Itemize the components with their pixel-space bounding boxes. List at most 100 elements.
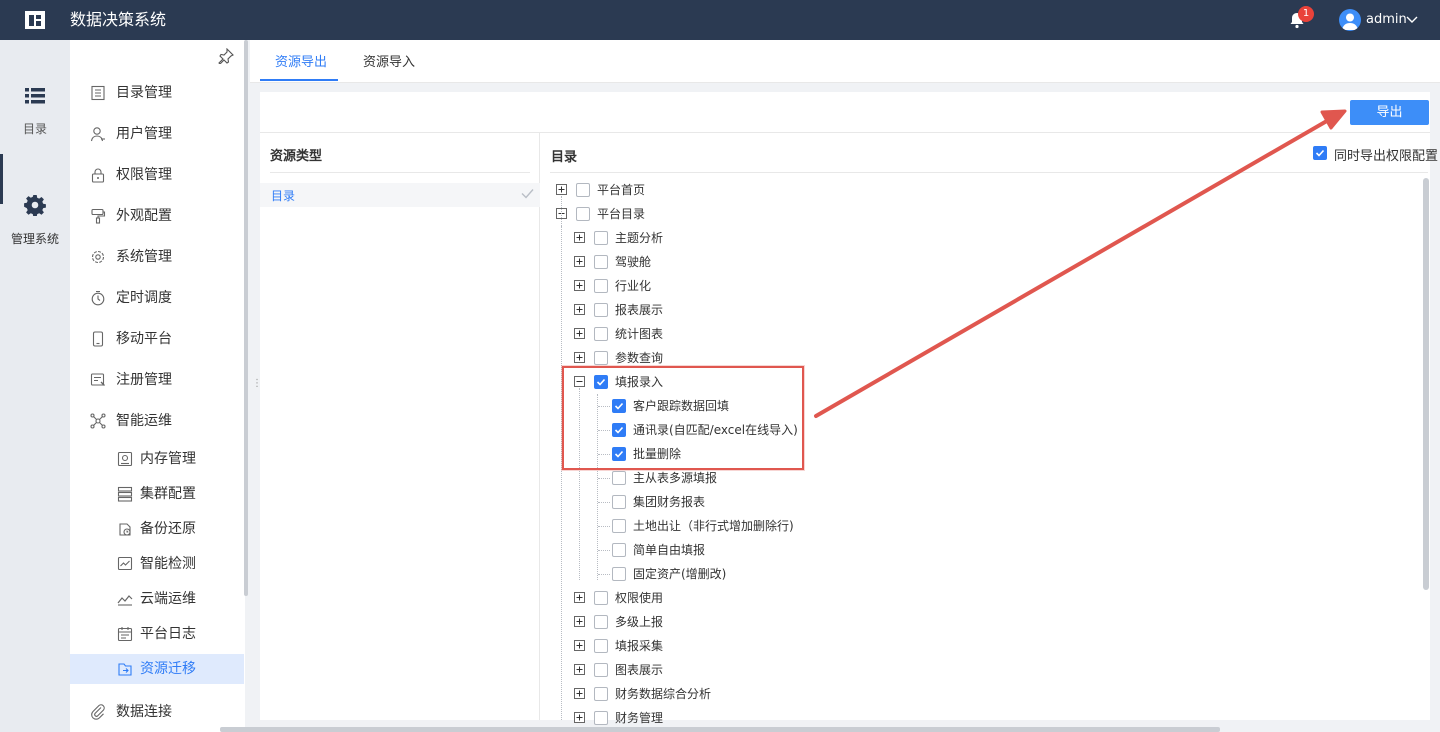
tree-node[interactable]: 主题分析 [0, 226, 663, 250]
tree-node[interactable]: 权限使用 [0, 586, 663, 610]
tree-node-checkbox[interactable] [594, 279, 608, 293]
chevron-down-icon[interactable] [1406, 15, 1418, 25]
expand-icon[interactable] [574, 616, 585, 627]
tab-resource-export[interactable]: 资源导出 [275, 40, 327, 82]
tree-node[interactable]: 财务管理 [0, 706, 663, 730]
tree-node-checkbox[interactable] [594, 231, 608, 245]
sync-permission-label: 同时导出权限配置 [1334, 149, 1439, 164]
tab-resource-import[interactable]: 资源导入 [363, 40, 415, 82]
expand-icon[interactable] [574, 232, 585, 243]
expand-icon[interactable] [574, 712, 585, 723]
tree-node[interactable]: 批量删除 [0, 442, 681, 466]
tree-node-checkbox[interactable] [594, 327, 608, 341]
tree-node[interactable]: 客户跟踪数据回填 [0, 394, 729, 418]
resource-type-item[interactable] [260, 183, 540, 207]
menu-item-permissions[interactable]: 权限管理 [70, 158, 244, 192]
tree-node-checkbox[interactable] [612, 495, 626, 509]
menu-item-label: 备份还原 [140, 521, 196, 537]
tree-node[interactable]: 填报采集 [0, 634, 663, 658]
expand-icon[interactable] [574, 256, 585, 267]
tree-node[interactable]: 图表展示 [0, 658, 663, 682]
menu-scrollbar[interactable] [244, 40, 248, 596]
ops-icon [90, 413, 106, 429]
export-button[interactable]: 导出 [1350, 100, 1429, 125]
tree-scrollbar[interactable] [1423, 178, 1429, 590]
tree-node[interactable]: 平台目录 [0, 202, 645, 226]
user-name[interactable]: admin [1366, 0, 1407, 40]
tree-node[interactable]: 固定资产(增删改) [0, 562, 726, 586]
expand-icon[interactable] [556, 184, 567, 195]
tree-node-checkbox[interactable] [594, 303, 608, 317]
tree-node[interactable]: 主从表多源填报 [0, 466, 717, 490]
tree-node[interactable]: 平台首页 [0, 178, 645, 202]
tree-node-checkbox[interactable] [594, 639, 608, 653]
tree-node-checkbox[interactable] [612, 519, 626, 533]
tree-node-label: 土地出让（非行式增加删除行) [633, 519, 794, 533]
menu-item-data-connection[interactable]: 数据连接 [70, 695, 244, 729]
tree-node[interactable]: 驾驶舱 [0, 250, 651, 274]
rail-item-label: 目录 [22, 122, 47, 136]
tree-node-checkbox[interactable] [612, 543, 626, 557]
tree-node-checkbox[interactable] [594, 591, 608, 605]
tree-node-checkbox[interactable] [594, 711, 608, 725]
tree-node[interactable]: 报表展示 [0, 298, 663, 322]
menu-item-migration[interactable]: 资源迁移 [70, 654, 244, 684]
tree-node-checkbox[interactable] [594, 687, 608, 701]
tree-node-checkbox[interactable] [594, 615, 608, 629]
tree-guide-line [561, 196, 562, 226]
menu-item-label: 权限管理 [116, 167, 172, 183]
menu-item-smart-ops[interactable]: 智能运维 [70, 404, 244, 438]
tree-node[interactable]: 土地出让（非行式增加删除行) [0, 514, 794, 538]
menu-item-cloud-ops[interactable]: 云端运维 [70, 582, 244, 616]
expand-icon[interactable] [574, 352, 585, 363]
menu-item-detection[interactable]: 智能检测 [70, 547, 244, 581]
rail-item-catalog[interactable]: 目录 [0, 80, 70, 140]
checkmark-icon [521, 189, 534, 199]
tree-node-checkbox[interactable] [594, 351, 608, 365]
tree-node[interactable]: 统计图表 [0, 322, 663, 346]
menu-item-schedule[interactable]: 定时调度 [70, 281, 244, 315]
tree-node[interactable]: 通讯录(自匹配/excel在线导入) [0, 418, 798, 442]
menu-item-log[interactable]: 平台日志 [70, 617, 244, 651]
tree-node-checkbox[interactable] [612, 471, 626, 485]
menu-item-label: 注册管理 [116, 372, 172, 388]
tree-node[interactable]: 多级上报 [0, 610, 663, 634]
menu-item-system[interactable]: 系统管理 [70, 240, 244, 274]
tree-node[interactable]: 行业化 [0, 274, 651, 298]
menu-item-memory[interactable]: 内存管理 [70, 442, 244, 476]
menu-item-cluster[interactable]: 集群配置 [70, 477, 244, 511]
menu-item-catalog[interactable]: 目录管理 [70, 76, 244, 110]
tree-node-label: 简单自由填报 [633, 543, 706, 557]
tree-node[interactable]: 财务数据综合分析 [0, 682, 711, 706]
menu-item-users[interactable]: 用户管理 [70, 117, 244, 151]
menu-item-register[interactable]: 注册管理 [70, 363, 244, 397]
rail-item-management[interactable]: 管理系统 [0, 190, 70, 250]
avatar[interactable] [1339, 9, 1361, 31]
sync-permission-checkbox[interactable] [1313, 146, 1327, 160]
tree-node-checkbox[interactable] [576, 207, 590, 221]
tree-node-label: 主从表多源填报 [633, 471, 718, 485]
expand-icon[interactable] [574, 304, 585, 315]
tree-node-checkbox[interactable] [612, 567, 626, 581]
menu-item-appearance[interactable]: 外观配置 [70, 199, 244, 233]
tree-node-label: 集团财务报表 [633, 495, 706, 509]
tree-node[interactable]: 简单自由填报 [0, 538, 705, 562]
tree-node[interactable]: 集团财务报表 [0, 490, 705, 514]
menu-item-backup[interactable]: 备份还原 [70, 512, 244, 546]
expand-icon[interactable] [574, 592, 585, 603]
menu-item-label: 平台日志 [140, 626, 196, 642]
tree-node[interactable]: 参数查询 [0, 346, 663, 370]
expand-icon[interactable] [574, 640, 585, 651]
tree-node-checkbox[interactable] [576, 183, 590, 197]
tree-node-checkbox[interactable] [594, 663, 608, 677]
menu-item-mobile[interactable]: 移动平台 [70, 322, 244, 356]
expand-icon[interactable] [574, 688, 585, 699]
expand-icon[interactable] [574, 280, 585, 291]
tree-node-checkbox[interactable] [594, 255, 608, 269]
tree-node-label: 图表展示 [615, 663, 664, 677]
expand-icon[interactable] [574, 328, 585, 339]
expand-icon[interactable] [574, 664, 585, 675]
horizontal-scrollbar[interactable] [220, 727, 1220, 732]
pin-icon[interactable] [218, 48, 234, 64]
tree-node[interactable]: 填报录入 [0, 370, 663, 394]
